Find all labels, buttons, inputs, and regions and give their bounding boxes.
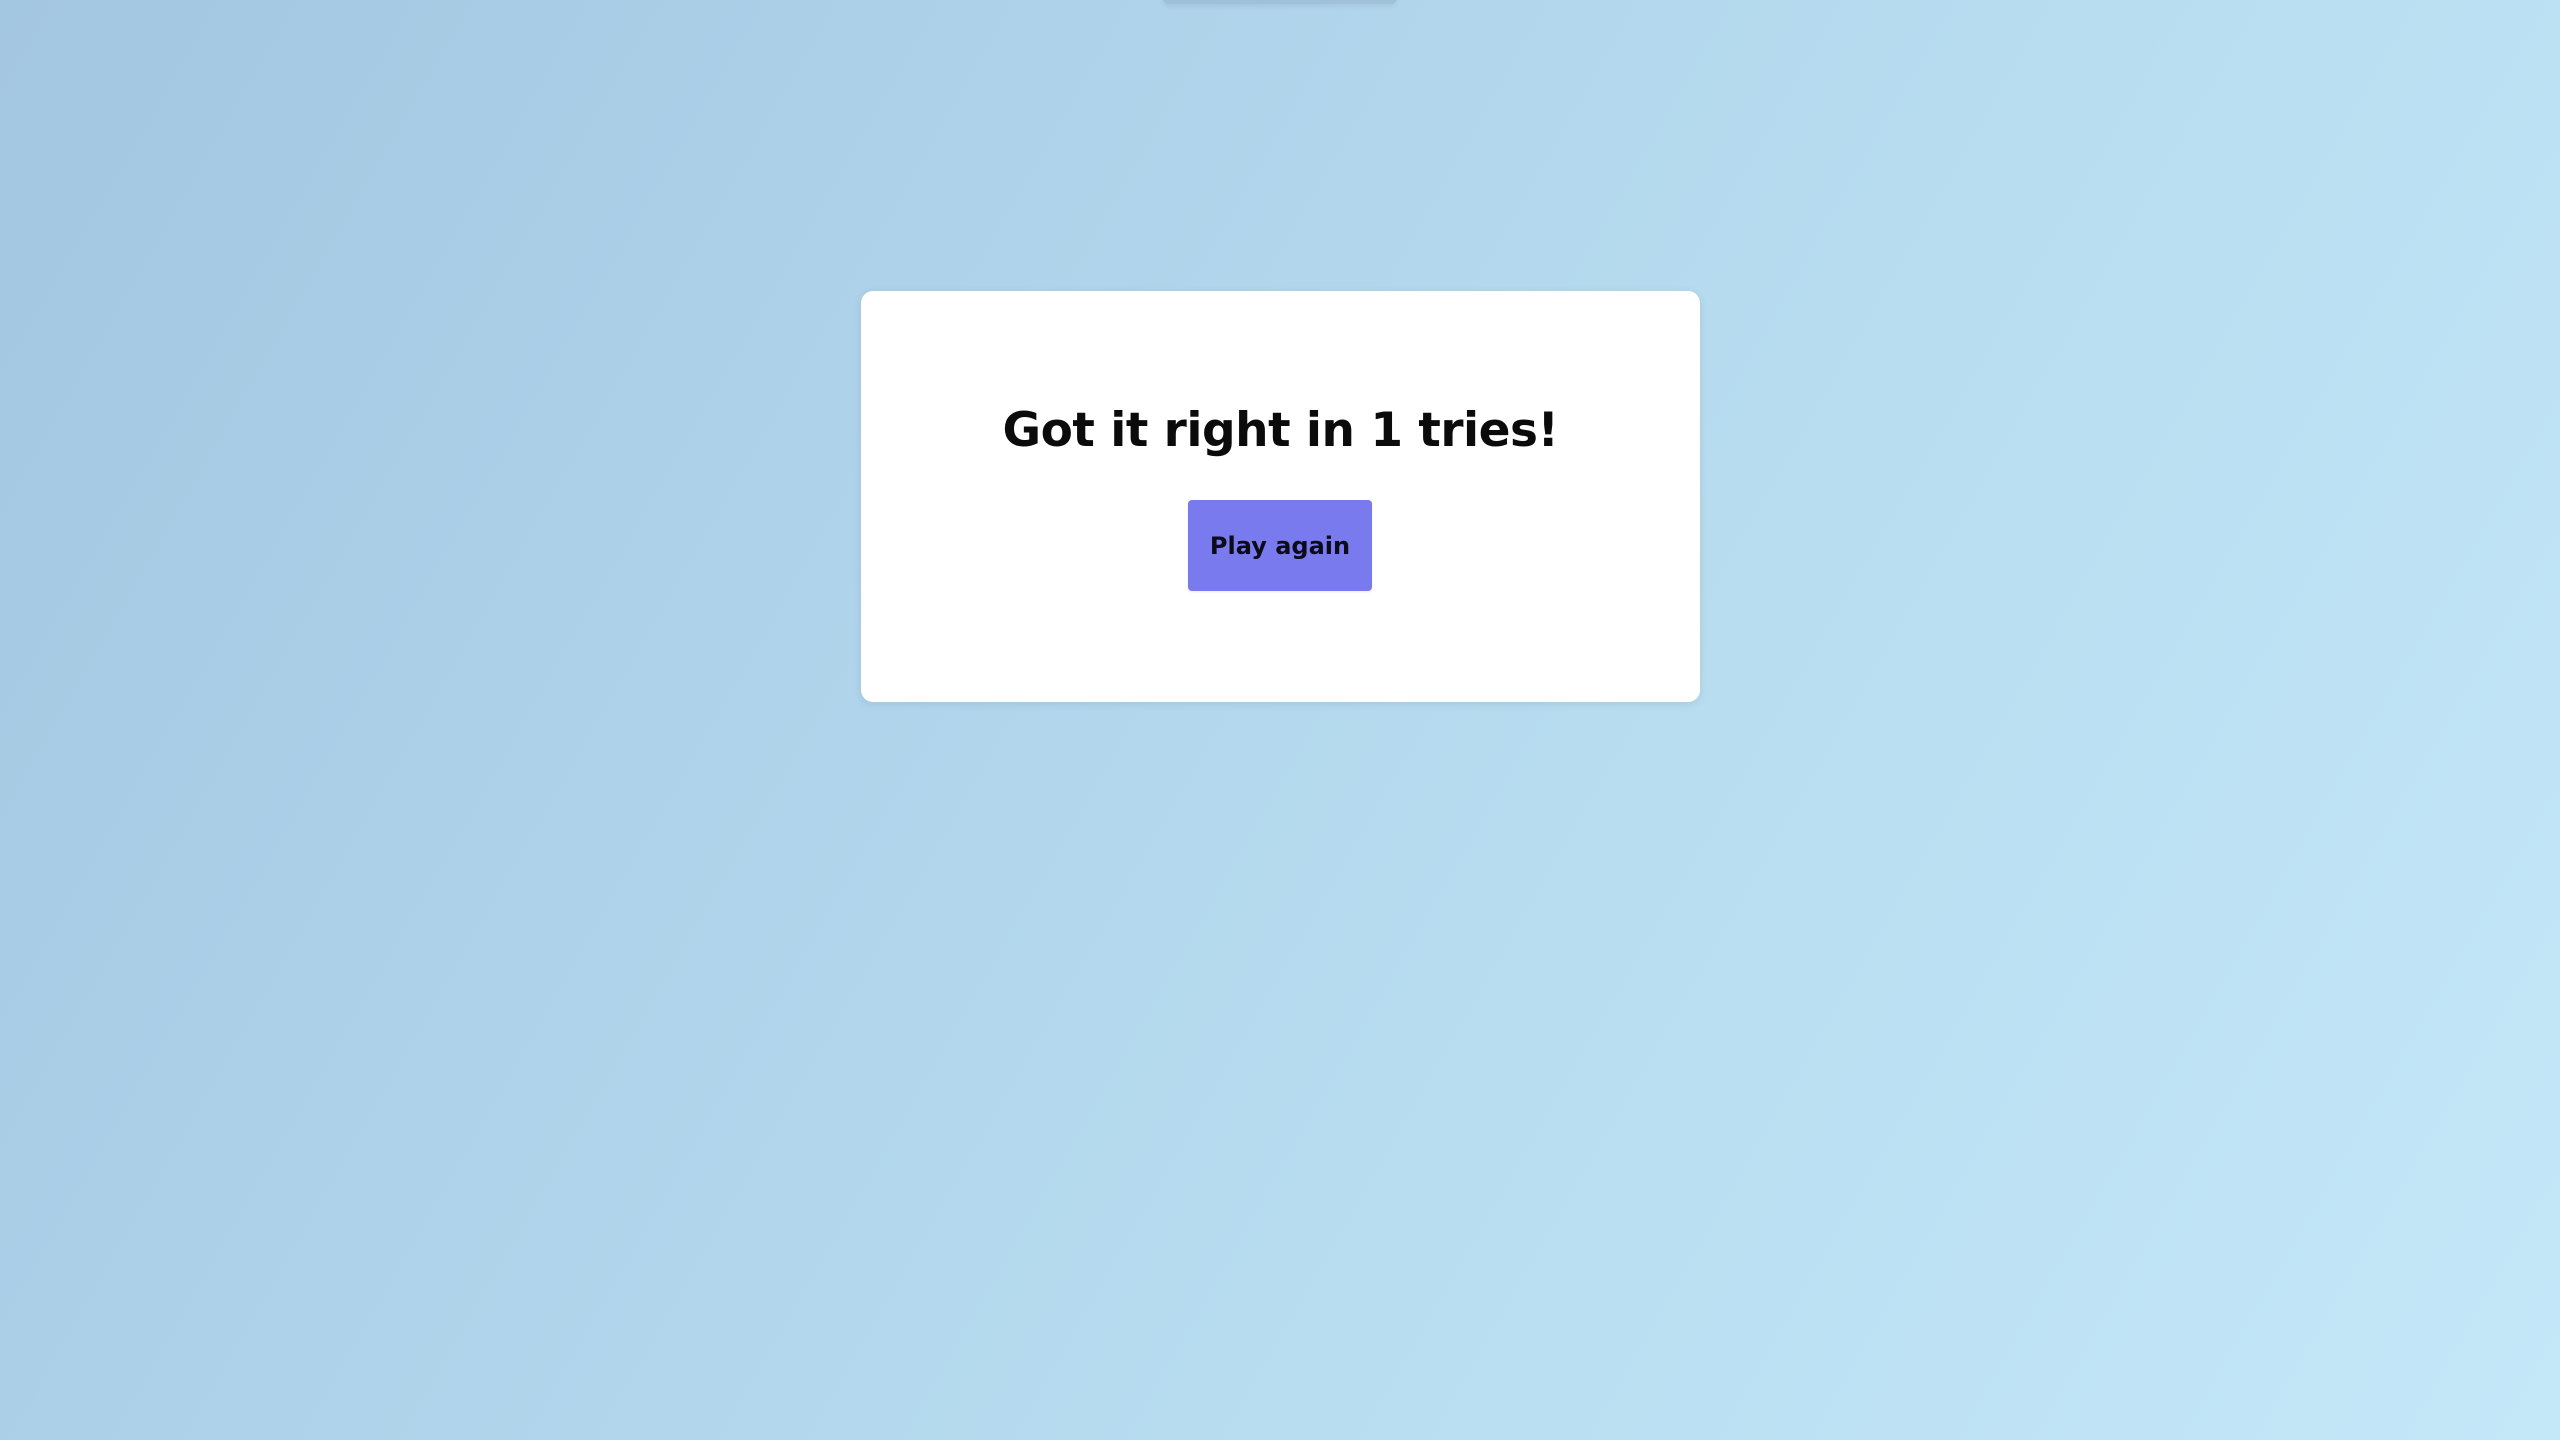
result-card: Got it right in 1 tries! Play again [861,291,1700,702]
page-background: { "result": { "heading": "Got it right i… [0,0,2560,1440]
result-heading: Got it right in 1 tries! [1002,403,1559,458]
play-again-button[interactable]: Play again [1188,500,1372,591]
top-edge-tab [1163,0,1397,4]
